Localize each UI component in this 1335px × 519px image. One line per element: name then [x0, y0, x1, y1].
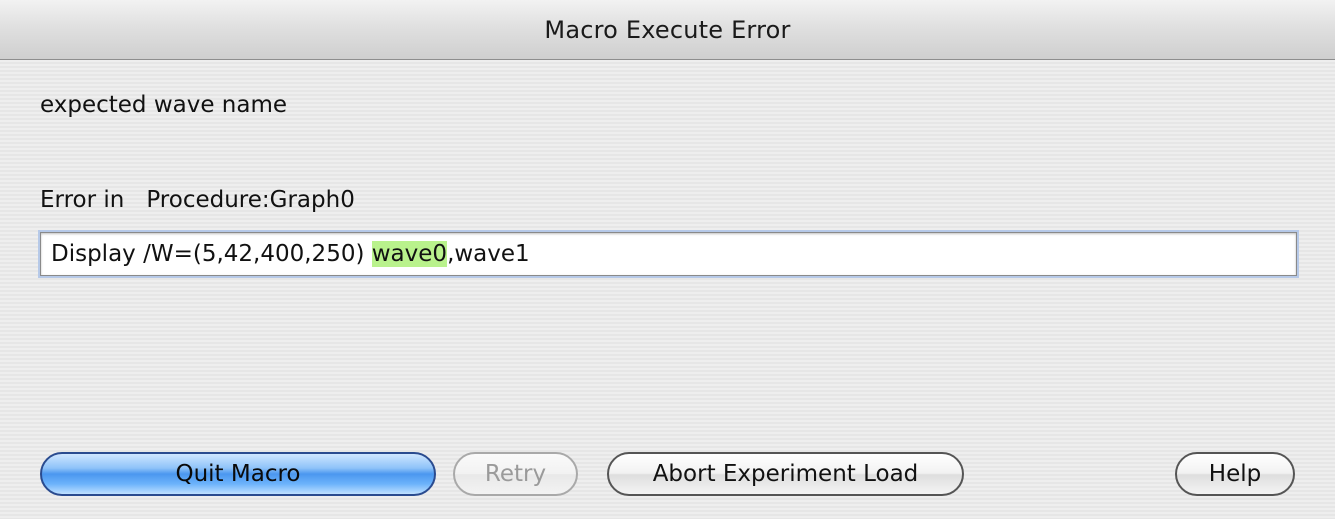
macro-error-dialog: Macro Execute Error expected wave name E…: [0, 0, 1335, 519]
command-text-after: ,wave1: [447, 241, 530, 267]
procedure-name: Procedure:Graph0: [146, 187, 355, 213]
command-text-field[interactable]: Display /W=(5,42,400,250) wave0 ,wave1: [40, 232, 1297, 276]
dialog-title: Macro Execute Error: [544, 15, 791, 44]
title-bar[interactable]: Macro Execute Error: [0, 0, 1335, 60]
retry-button[interactable]: Retry: [453, 452, 578, 496]
error-message: expected wave name: [40, 92, 288, 118]
command-text-before: Display /W=(5,42,400,250): [51, 241, 372, 267]
help-button[interactable]: Help: [1175, 452, 1295, 496]
quit-macro-button[interactable]: Quit Macro: [40, 452, 436, 496]
error-in-label: Error in: [40, 187, 125, 213]
abort-experiment-load-button[interactable]: Abort Experiment Load: [607, 452, 964, 496]
command-error-highlight: wave0: [371, 241, 448, 267]
error-location: Error in Procedure:Graph0: [40, 187, 355, 213]
